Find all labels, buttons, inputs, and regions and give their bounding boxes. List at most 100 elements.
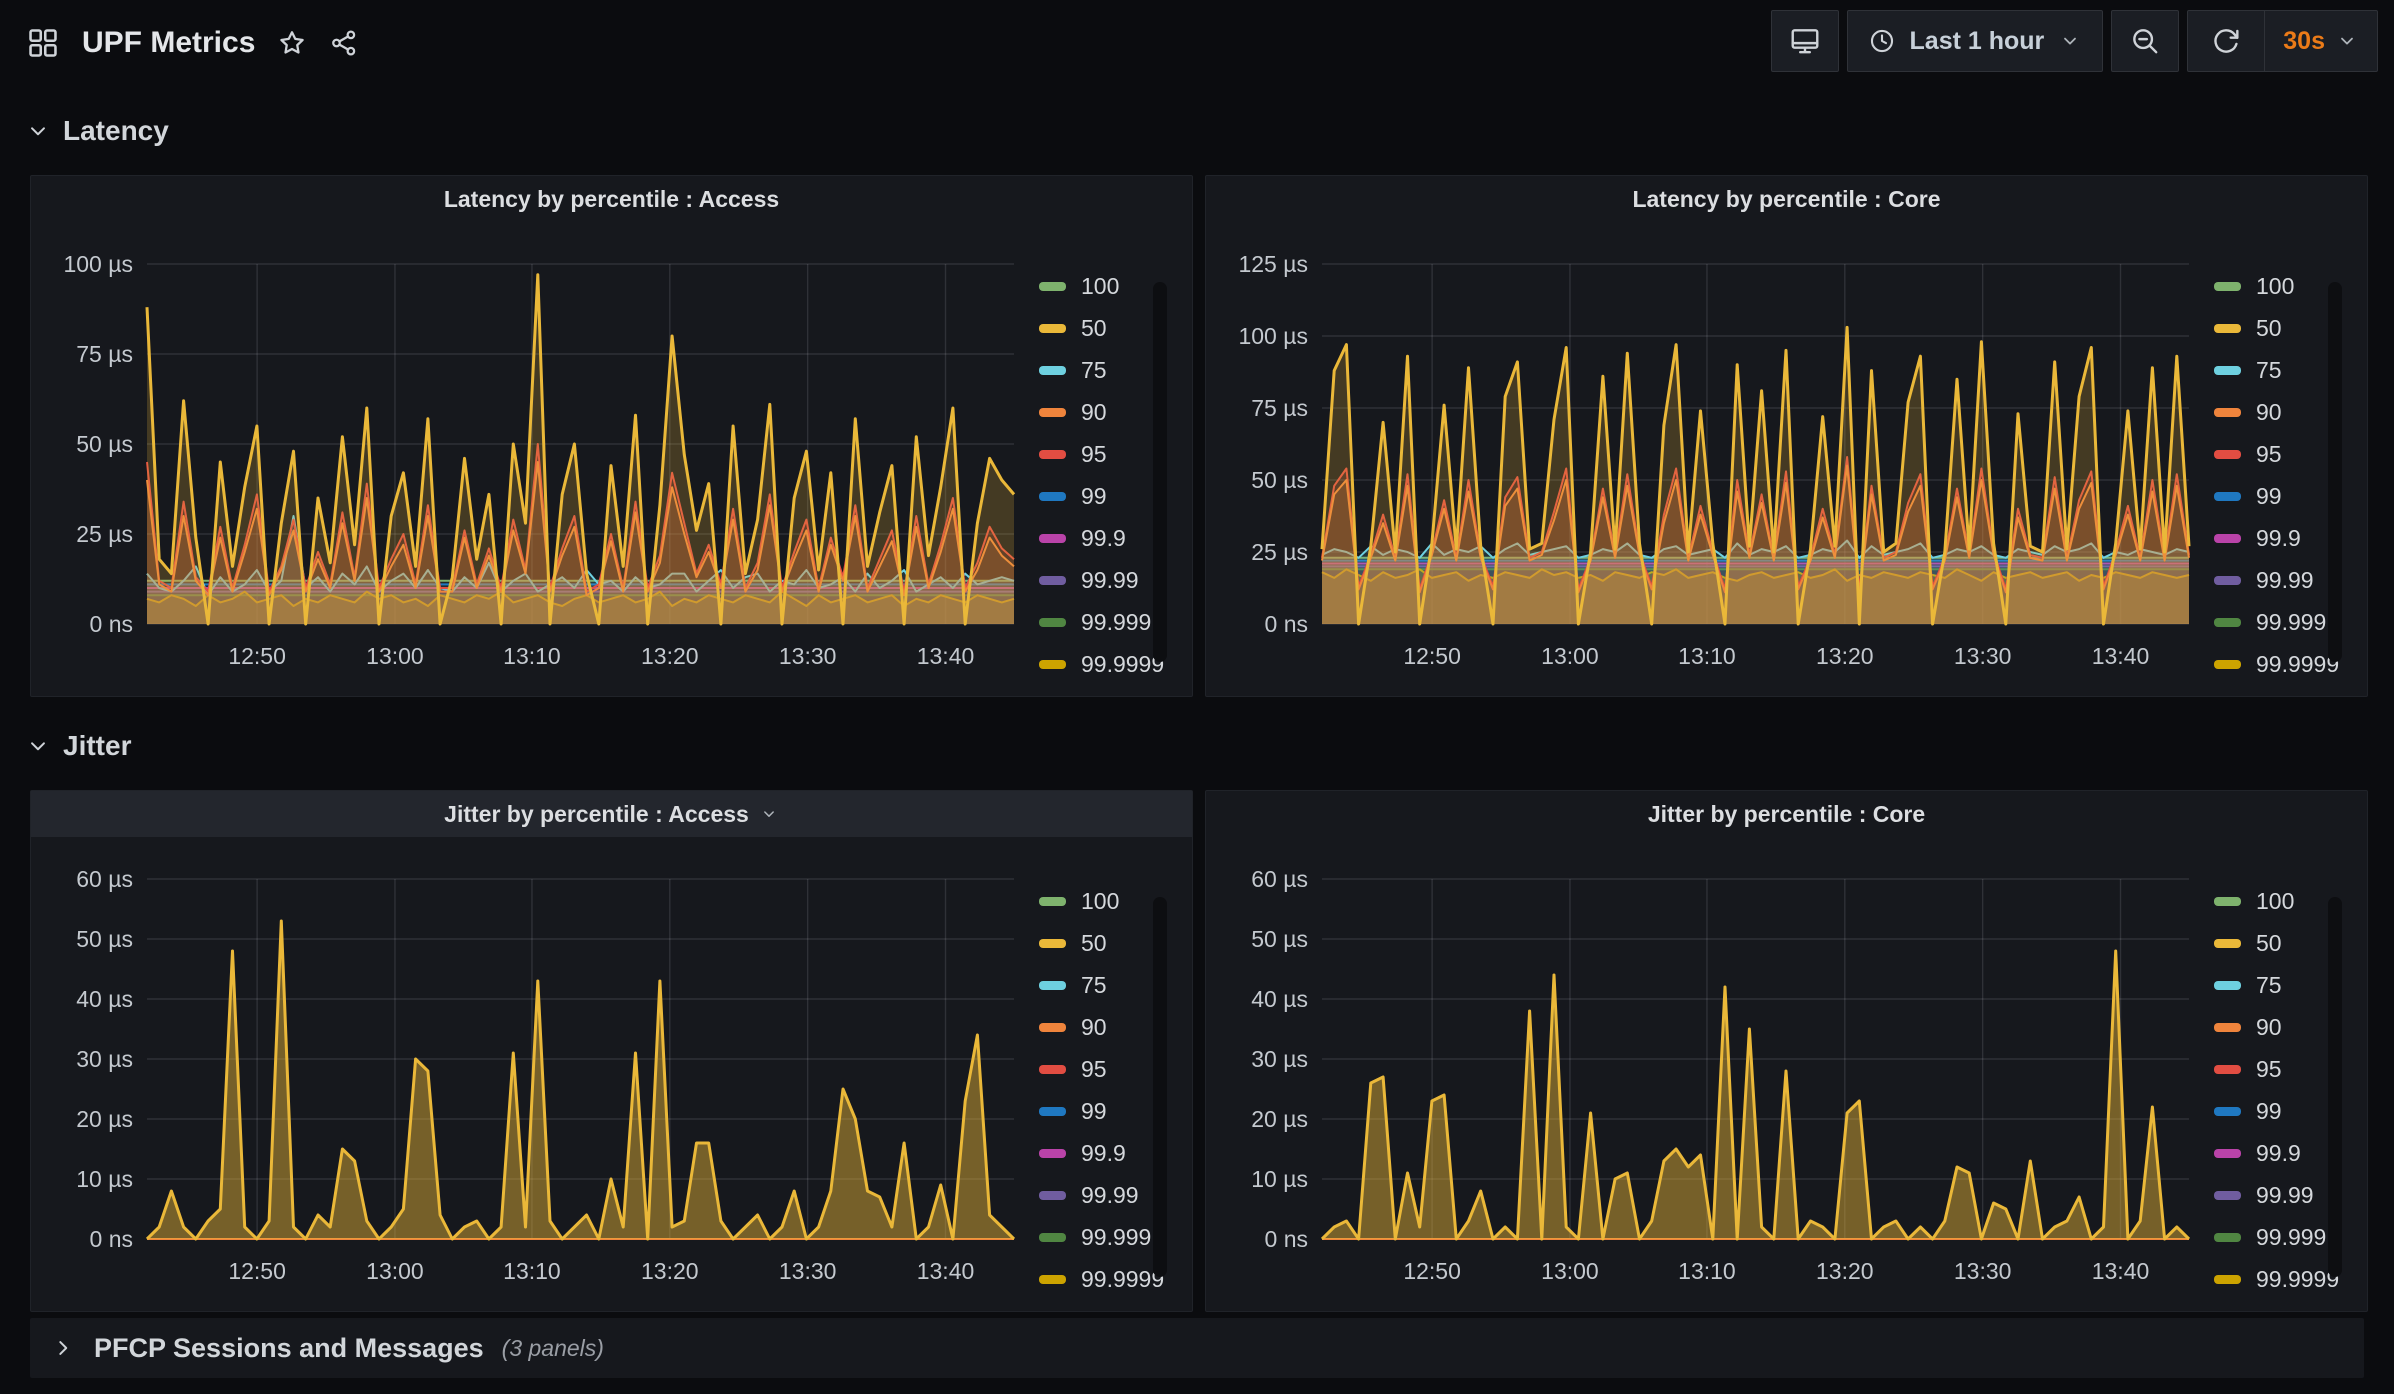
y-axis-tick-label: 25 µs	[76, 521, 133, 547]
legend-item-99.9[interactable]: 99.9	[1039, 1132, 1169, 1174]
legend-item-99.99[interactable]: 99.99	[1039, 1174, 1169, 1216]
legend-item-90[interactable]: 90	[2214, 1006, 2344, 1048]
legend-item-99[interactable]: 99	[1039, 475, 1169, 517]
x-axis-tick-label: 12:50	[228, 1258, 286, 1284]
time-series-chart[interactable]: 0 ns 25 µs 50 µs 75 µs 100 µs 125 µs 12:50 13:0…	[1214, 224, 2214, 684]
legend-swatch	[2214, 533, 2241, 543]
dashboards-grid-icon[interactable]	[26, 26, 60, 60]
chevron-down-icon	[31, 127, 45, 136]
legend-label: 95	[2256, 440, 2282, 467]
legend-item-90[interactable]: 90	[1039, 1006, 1169, 1048]
row-header-jitter[interactable]: Jitter	[25, 721, 131, 771]
favorite-star-icon[interactable]	[277, 28, 307, 58]
chart-legend: 100 50 75 90 95 99 99.9 99.99 99.999 99.9999	[1039, 880, 1169, 1300]
legend-item-99.9999[interactable]: 99.9999	[2214, 643, 2344, 685]
legend-swatch	[1039, 896, 1066, 906]
legend-item-95[interactable]: 95	[2214, 1048, 2344, 1090]
legend-scrollbar[interactable]	[2328, 897, 2342, 1277]
legend-item-99[interactable]: 99	[1039, 1090, 1169, 1132]
legend-label: 99.999	[2256, 608, 2327, 635]
x-axis-tick-label: 13:20	[1816, 643, 1874, 669]
legend-item-99.9[interactable]: 99.9	[2214, 517, 2344, 559]
y-axis-tick-label: 25 µs	[1251, 539, 1308, 565]
legend-label: 50	[2256, 314, 2282, 341]
legend-item-99.99[interactable]: 99.99	[1039, 559, 1169, 601]
time-range-picker[interactable]: Last 1 hour	[1846, 10, 2104, 72]
row-header-latency[interactable]: Latency	[25, 106, 169, 156]
chevron-down-icon	[2341, 37, 2353, 45]
legend-swatch	[2214, 1022, 2241, 1032]
x-axis-tick-label: 13:20	[1816, 1258, 1874, 1284]
legend-item-100[interactable]: 100	[2214, 880, 2344, 922]
legend-swatch	[2214, 449, 2241, 459]
legend-label: 99.9999	[2256, 1265, 2340, 1292]
time-series-chart[interactable]: 0 ns 10 µs 20 µs 30 µs 40 µs 50 µs 60 µs 12:50 1…	[1214, 839, 2214, 1299]
legend-swatch	[1039, 323, 1066, 333]
legend-item-99.9999[interactable]: 99.9999	[1039, 1258, 1169, 1300]
legend-item-75[interactable]: 75	[1039, 964, 1169, 1006]
legend-item-50[interactable]: 50	[2214, 922, 2344, 964]
legend-item-99.9999[interactable]: 99.9999	[1039, 643, 1169, 685]
x-axis-tick-label: 12:50	[1403, 1258, 1461, 1284]
legend-swatch	[2214, 980, 2241, 990]
panel-menu-caret-icon[interactable]	[759, 804, 779, 824]
legend-item-99[interactable]: 99	[2214, 475, 2344, 517]
legend-item-99.99[interactable]: 99.99	[2214, 1174, 2344, 1216]
legend-item-99.9[interactable]: 99.9	[1039, 517, 1169, 559]
chevron-right-icon	[59, 1341, 68, 1355]
zoom-out-button[interactable]	[2111, 10, 2180, 72]
tv-mode-button[interactable]	[1770, 10, 1839, 72]
legend-item-90[interactable]: 90	[1039, 391, 1169, 433]
legend-label: 100	[2256, 887, 2295, 914]
panel-title[interactable]: Jitter by percentile : Access	[444, 801, 749, 828]
legend-item-75[interactable]: 75	[1039, 349, 1169, 391]
legend-item-95[interactable]: 95	[1039, 433, 1169, 475]
legend-item-99.99[interactable]: 99.99	[2214, 559, 2344, 601]
legend-item-95[interactable]: 95	[1039, 1048, 1169, 1090]
legend-item-99.9999[interactable]: 99.9999	[2214, 1258, 2344, 1300]
legend-item-50[interactable]: 50	[2214, 307, 2344, 349]
legend-item-90[interactable]: 90	[2214, 391, 2344, 433]
panel-title[interactable]: Latency by percentile : Core	[1632, 186, 1940, 213]
y-axis-tick-label: 0 ns	[1265, 1226, 1308, 1252]
legend-item-99[interactable]: 99	[2214, 1090, 2344, 1132]
legend-item-75[interactable]: 75	[2214, 964, 2344, 1006]
y-axis-tick-label: 0 ns	[90, 1226, 133, 1252]
row-header-pfcp-sessions[interactable]: PFCP Sessions and Messages (3 panels)	[30, 1318, 2364, 1378]
legend-item-100[interactable]: 100	[1039, 880, 1169, 922]
legend-item-50[interactable]: 50	[1039, 922, 1169, 964]
legend-swatch	[1039, 491, 1066, 501]
refresh-interval-dropdown[interactable]: 30s	[2265, 11, 2377, 71]
refresh-button[interactable]	[2188, 11, 2264, 71]
legend-label: 75	[1081, 356, 1107, 383]
x-axis-tick-label: 13:00	[366, 1258, 424, 1284]
legend-item-99.999[interactable]: 99.999	[2214, 1216, 2344, 1258]
legend-scrollbar[interactable]	[2328, 282, 2342, 662]
legend-item-95[interactable]: 95	[2214, 433, 2344, 475]
legend-scrollbar[interactable]	[1153, 282, 1167, 662]
time-series-chart[interactable]: 0 ns 25 µs 50 µs 75 µs 100 µs 12:50 13:00 13:10…	[39, 224, 1039, 684]
legend-item-99.999[interactable]: 99.999	[1039, 1216, 1169, 1258]
legend-item-100[interactable]: 100	[1039, 265, 1169, 307]
legend-swatch	[2214, 896, 2241, 906]
legend-item-99.999[interactable]: 99.999	[2214, 601, 2344, 643]
legend-swatch	[2214, 938, 2241, 948]
legend-item-99.999[interactable]: 99.999	[1039, 601, 1169, 643]
legend-scrollbar[interactable]	[1153, 897, 1167, 1277]
share-icon[interactable]	[329, 28, 359, 58]
legend-item-75[interactable]: 75	[2214, 349, 2344, 391]
legend-swatch	[1039, 980, 1066, 990]
legend-label: 99	[2256, 1097, 2282, 1124]
x-axis-tick-label: 13:20	[641, 1258, 699, 1284]
panel-title[interactable]: Jitter by percentile : Core	[1648, 801, 1925, 828]
legend-item-99.9[interactable]: 99.9	[2214, 1132, 2344, 1174]
legend-item-50[interactable]: 50	[1039, 307, 1169, 349]
legend-swatch	[1039, 365, 1066, 375]
legend-item-100[interactable]: 100	[2214, 265, 2344, 307]
chart-legend: 100 50 75 90 95 99 99.9 99.99 99.999 99.9999	[2214, 880, 2344, 1300]
x-axis-tick-label: 13:10	[1678, 1258, 1736, 1284]
legend-swatch	[2214, 617, 2241, 627]
time-series-chart[interactable]: 0 ns 10 µs 20 µs 30 µs 40 µs 50 µs 60 µs 12:50 1…	[39, 839, 1039, 1299]
x-axis-tick-label: 13:30	[1954, 1258, 2012, 1284]
panel-title[interactable]: Latency by percentile : Access	[444, 186, 779, 213]
